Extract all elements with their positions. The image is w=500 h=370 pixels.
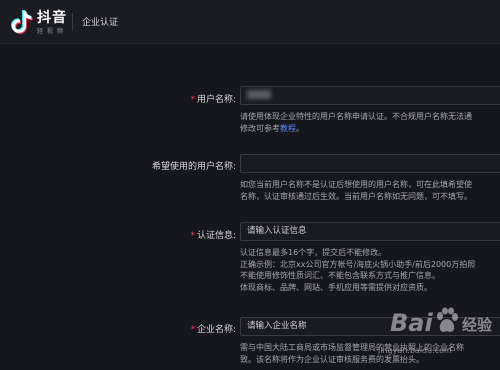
blurred-username [247,90,271,99]
header-divider [72,13,73,31]
username-help: 请使用体现企业特性的用户名称申请认证。不合规用户名称无法通 修改可参考教程。 [240,112,472,133]
top-bar: 抖音 轻 视 频 企业认证 [0,0,500,44]
required-marker: * [190,95,195,105]
wanted-name-help: 如您当前用户名称不是认证后想使用的用户名称，可在此填希望使 名称，认证审核通过后… [240,180,472,201]
paw-icon [437,307,458,332]
wanted-name-label: 希望使用的用户名称: [151,162,236,172]
required-marker: * [190,325,195,335]
company-name-label: * 企业名称: [190,325,236,335]
app-name: 抖音 [37,10,67,26]
baidu-jingyan-watermark: Bai 经验 jingyan.baidu.com [370,305,500,365]
page: 抖音 轻 视 频 企业认证 * 用户名称: 请使用体现企业特性的用户名称申请认证。… [0,0,500,370]
cert-info-label: * 认证信息: [190,231,236,241]
watermark-text: 经验 [462,316,493,334]
app-subtitle: 轻 视 频 [37,28,64,35]
required-marker: * [190,231,195,241]
watermark-logo-text: Bai [390,309,433,337]
username-label: * 用户名称: [190,95,236,105]
cert-info-input[interactable]: 请输入认证信息 [240,222,500,241]
tutorial-link[interactable]: 教程 [280,124,296,133]
wanted-name-input[interactable] [240,154,500,173]
username-field[interactable] [240,86,500,105]
page-title: 企业认证 [82,18,119,28]
douyin-logo-icon[interactable] [10,9,34,35]
watermark-url: jingyan.baidu.com [378,346,452,355]
cert-info-help: 认证信息最多16个字，提交后不能修改。 正确示例：北京xx公司官方帐号/海底火锅… [240,248,476,292]
